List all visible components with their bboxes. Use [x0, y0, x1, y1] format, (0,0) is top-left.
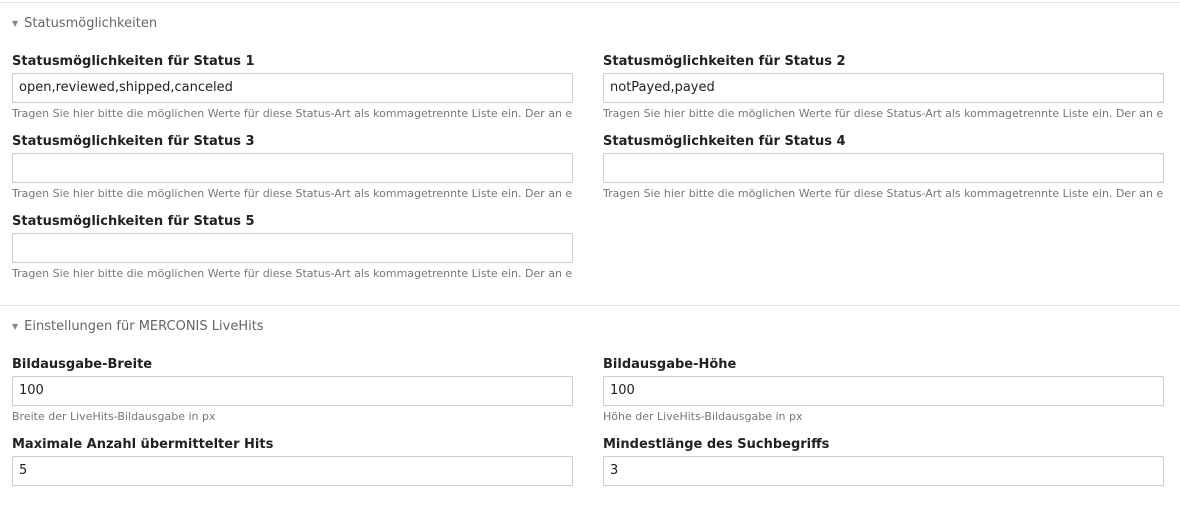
- image-width-help: Breite der LiveHits-Bildausgabe in px: [12, 410, 216, 423]
- status-5-input[interactable]: [12, 233, 573, 263]
- status-5-help: Tragen Sie hier bitte die möglichen Wert…: [12, 267, 573, 280]
- image-height-input[interactable]: 100: [603, 376, 1164, 406]
- section-title-livehits: Einstellungen für MERCONIS LiveHits: [24, 319, 264, 334]
- section-toggle-livehits[interactable]: ▼ Einstellungen für MERCONIS LiveHits: [12, 319, 264, 334]
- status-4-help: Tragen Sie hier bitte die möglichen Wert…: [603, 187, 1164, 200]
- status-5-field: Statusmöglichkeiten für Status 5 Tragen …: [12, 213, 573, 281]
- min-search-length-field: Mindestlänge des Suchbegriffs 3: [603, 436, 1164, 486]
- image-width-input[interactable]: 100: [12, 376, 573, 406]
- image-height-label: Bildausgabe-Höhe: [603, 357, 737, 372]
- max-hits-label: Maximale Anzahl übermittelter Hits: [12, 437, 274, 452]
- status-1-input[interactable]: open,reviewed,shipped,canceled: [12, 73, 573, 103]
- section-toggle-status[interactable]: ▼ Statusmöglichkeiten: [12, 16, 157, 31]
- status-2-help: Tragen Sie hier bitte die möglichen Wert…: [603, 107, 1164, 120]
- min-search-length-input[interactable]: 3: [603, 456, 1164, 486]
- status-1-label: Statusmöglichkeiten für Status 1: [12, 54, 255, 69]
- status-2-label: Statusmöglichkeiten für Status 2: [603, 54, 846, 69]
- status-2-input[interactable]: notPayed,payed: [603, 73, 1164, 103]
- status-1-help: Tragen Sie hier bitte die möglichen Wert…: [12, 107, 573, 120]
- status-3-field: Statusmöglichkeiten für Status 3 Tragen …: [12, 133, 573, 201]
- status-5-label: Statusmöglichkeiten für Status 5: [12, 214, 255, 229]
- section-divider: [0, 305, 1180, 306]
- image-height-field: Bildausgabe-Höhe 100 Höhe der LiveHits-B…: [603, 356, 1164, 424]
- status-3-label: Statusmöglichkeiten für Status 3: [12, 134, 255, 149]
- image-height-help: Höhe der LiveHits-Bildausgabe in px: [603, 410, 803, 423]
- status-4-field: Statusmöglichkeiten für Status 4 Tragen …: [603, 133, 1164, 201]
- section-title-status: Statusmöglichkeiten: [24, 16, 158, 31]
- status-2-field: Statusmöglichkeiten für Status 2 notPaye…: [603, 53, 1164, 121]
- status-3-input[interactable]: [12, 153, 573, 183]
- triangle-down-icon: ▼: [12, 322, 19, 331]
- image-width-label: Bildausgabe-Breite: [12, 357, 153, 372]
- section-divider: [0, 2, 1180, 3]
- triangle-down-icon: ▼: [12, 19, 19, 28]
- image-width-field: Bildausgabe-Breite 100 Breite der LiveHi…: [12, 356, 573, 424]
- max-hits-input[interactable]: 5: [12, 456, 573, 486]
- max-hits-field: Maximale Anzahl übermittelter Hits 5: [12, 436, 573, 486]
- status-3-help: Tragen Sie hier bitte die möglichen Wert…: [12, 187, 573, 200]
- status-4-label: Statusmöglichkeiten für Status 4: [603, 134, 846, 149]
- status-1-field: Statusmöglichkeiten für Status 1 open,re…: [12, 53, 573, 121]
- status-4-input[interactable]: [603, 153, 1164, 183]
- settings-page: ▼ Statusmöglichkeiten Statusmöglichkeite…: [0, 0, 1180, 512]
- min-search-length-label: Mindestlänge des Suchbegriffs: [603, 437, 830, 452]
